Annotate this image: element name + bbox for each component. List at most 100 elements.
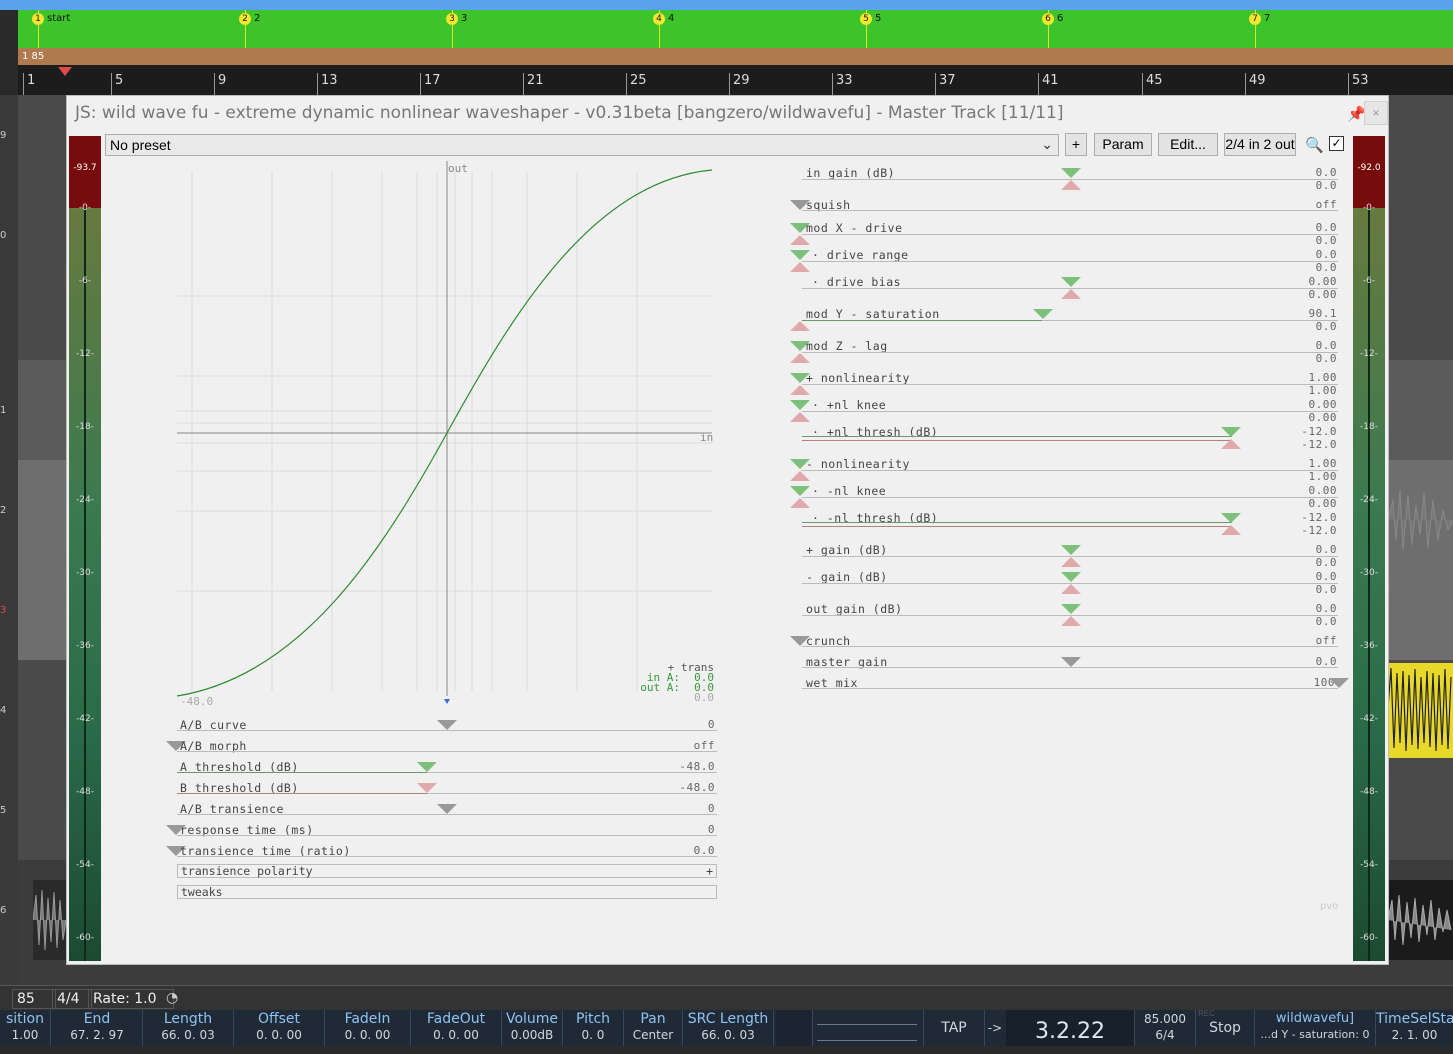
slider-handle-icon[interactable] [1061, 168, 1081, 178]
rec-label: REC [1198, 1009, 1215, 1018]
add-preset-button[interactable]: + [1065, 133, 1087, 156]
info-position[interactable]: sition 1.00 [0, 1010, 51, 1046]
slider-handle-icon[interactable] [1221, 513, 1241, 523]
tempo-field[interactable]: 85 [12, 989, 56, 1009]
slider-handle-icon[interactable] [1221, 427, 1241, 437]
position-display[interactable]: 3.2.22 [1006, 1010, 1135, 1046]
slider-handle-icon[interactable] [1061, 289, 1081, 299]
slider-handle-icon[interactable] [1061, 584, 1081, 594]
slider-label: · +nl knee [812, 398, 887, 412]
plugin-param: ...d Y - saturation: 0 [1260, 1028, 1370, 1041]
slider-value: 0.0 [1315, 352, 1337, 365]
slider-handle-icon[interactable] [1329, 678, 1349, 688]
meter-scale-label: -30- [76, 568, 94, 578]
info-fadeout[interactable]: FadeOut 0. 0. 00 [411, 1010, 502, 1046]
slider-handle-icon[interactable] [790, 412, 810, 422]
slider-value: 0.0 [1315, 320, 1337, 333]
meter-scale-label: -48- [1360, 787, 1378, 797]
info-value: 66. 0. 03 [161, 1028, 215, 1042]
playhead-marker-icon[interactable] [58, 67, 72, 76]
transfer-curve-graph[interactable]: out in -48.0 + trans in A: 0.0 out A: 0.… [172, 161, 722, 706]
preset-select[interactable]: No preset ⌄ [105, 134, 1059, 156]
slider-handle-icon[interactable] [417, 783, 437, 793]
slider-handle-icon[interactable] [437, 720, 457, 730]
slider-handle-icon[interactable] [1061, 277, 1081, 287]
plugin-param-display[interactable]: wildwavefu] ...d Y - saturation: 0 [1255, 1010, 1376, 1046]
slider-handle-icon[interactable] [790, 235, 810, 245]
slider-handle-icon[interactable] [790, 498, 810, 508]
info-timesel-start[interactable]: TimeSelSta 2. 1. 00 [1376, 1010, 1453, 1046]
slider-handle-icon[interactable] [1033, 309, 1053, 319]
timeline-ruler[interactable]: 1 5 9 13 17 21 25 29 33 37 41 45 49 53 [18, 65, 1453, 95]
slider-handle-icon[interactable] [790, 486, 810, 496]
io-routing-button[interactable]: 2/4 in 2 out [1224, 133, 1296, 156]
search-icon[interactable]: 🔍 [1305, 136, 1324, 154]
window-title: JS: wild wave fu - extreme dynamic nonli… [75, 103, 1064, 123]
waveform-item[interactable] [1388, 663, 1453, 758]
slider-value: 0.0 [1315, 179, 1337, 192]
tweaks-toggle[interactable]: tweaks [177, 885, 717, 899]
waveform-item[interactable] [1388, 480, 1453, 560]
rate-knob-icon[interactable]: ◔ [162, 989, 180, 1007]
slider-handle-icon[interactable] [1061, 604, 1081, 614]
slider-handle-icon[interactable] [1061, 180, 1081, 190]
slider-handle-icon[interactable] [790, 385, 810, 395]
edit-button[interactable]: Edit... [1158, 133, 1218, 156]
meter-scale-label: -12- [76, 349, 94, 359]
enable-checkbox[interactable]: ✓ [1329, 136, 1344, 151]
meter-scale-label: -42- [1360, 714, 1378, 724]
slider-value: -12.0 [1301, 524, 1337, 537]
slider-handle-icon[interactable] [1221, 525, 1241, 535]
meter-scale-label: -30- [1360, 568, 1378, 578]
tempo-lane[interactable]: 1 85 [18, 48, 1453, 65]
tap-tempo-button[interactable]: TAP [924, 1010, 985, 1046]
slider-handle-icon[interactable] [1061, 572, 1081, 582]
meter-scale-label: -6- [1362, 276, 1376, 286]
slider-value: 0.0 [1315, 234, 1337, 247]
ruler-tick: 9 [214, 73, 226, 95]
slider-value: 1.00 [1308, 384, 1337, 397]
marker-lane[interactable]: 1 start 22 33 44 55 66 77 [18, 10, 1453, 1010]
info-pitch[interactable]: Pitch 0. 0 [563, 1010, 624, 1046]
info-end[interactable]: End 67. 2. 97 [52, 1010, 143, 1046]
tap-label: TAP [941, 1020, 967, 1036]
waveform-item[interactable] [33, 880, 68, 960]
info-src-length[interactable]: SRC Length 66. 0. 03 [683, 1010, 774, 1046]
ruler-tick: 13 [317, 73, 338, 95]
slider-handle-icon[interactable] [1061, 545, 1081, 555]
slider-handle-icon[interactable] [790, 353, 810, 363]
slider-handle-icon[interactable] [1061, 557, 1081, 567]
slider-label: mod Z - lag [806, 339, 888, 353]
marker-badge: 6 [1042, 13, 1054, 25]
brand-logo: pvo [1320, 901, 1339, 912]
close-button[interactable]: × [1364, 101, 1388, 125]
slider-handle-icon[interactable] [790, 321, 810, 331]
marker-label: 3 [461, 13, 468, 24]
slider-handle-icon[interactable] [1061, 657, 1081, 667]
slider-handle-icon[interactable] [790, 262, 810, 272]
slider-handle-icon[interactable] [437, 804, 457, 814]
slider-handle-icon[interactable] [1221, 439, 1241, 449]
slider-handle-icon[interactable] [790, 250, 810, 260]
param-button[interactable]: Param [1094, 133, 1152, 156]
info-volume[interactable]: Volume 0.00dB [502, 1010, 563, 1046]
info-fadein[interactable]: FadeIn 0. 0. 00 [325, 1010, 411, 1046]
timesig-field[interactable]: 4/4 [52, 989, 92, 1009]
info-header: End [83, 1011, 111, 1027]
info-pan[interactable]: Pan Center [624, 1010, 683, 1046]
pin-icon[interactable]: 📌 [1347, 105, 1366, 123]
min-label: -48.0 [180, 695, 213, 706]
info-offset[interactable]: Offset 0. 0. 00 [234, 1010, 325, 1046]
info-value: 67. 2. 97 [70, 1028, 124, 1042]
transience-polarity-toggle[interactable]: transience polarity + [177, 864, 717, 878]
info-header: SRC Length [687, 1011, 769, 1027]
slider-handle-icon[interactable] [790, 400, 810, 410]
stop-button[interactable]: REC Stop [1196, 1010, 1255, 1046]
waveform-item[interactable] [1388, 880, 1453, 960]
slider-handle-icon[interactable] [790, 471, 810, 481]
slider-handle-icon[interactable] [1061, 616, 1081, 626]
bpm-display[interactable]: 85.000 6/4 [1135, 1010, 1196, 1046]
info-length[interactable]: Length 66. 0. 03 [143, 1010, 234, 1046]
meter-scale-label: -54- [76, 860, 94, 870]
slider-handle-icon[interactable] [417, 762, 437, 772]
